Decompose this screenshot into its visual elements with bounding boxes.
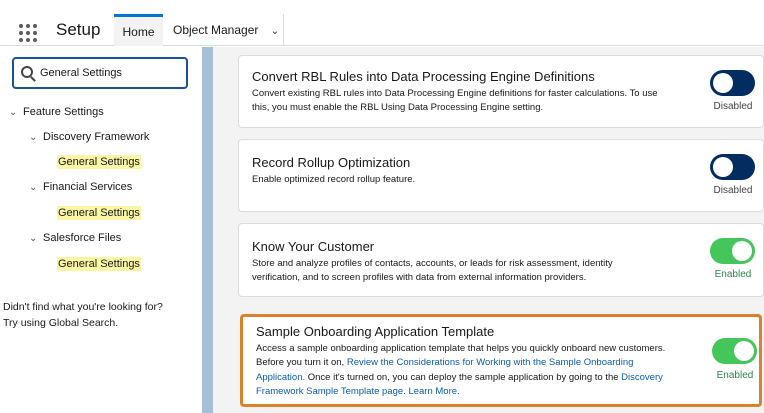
setting-description: Access a sample onboarding application t…: [256, 342, 716, 399]
help-text-line-2: Try using Global Search.: [3, 317, 119, 329]
description-text: Once it's turned on, you can deploy the …: [305, 371, 622, 383]
chevron-down-icon: ⌄: [29, 132, 38, 143]
description-line: Enable optimized record rollup feature.: [252, 174, 416, 185]
description-line: this, you must enable the RBL Using Data…: [252, 102, 544, 114]
toggle-knob: [734, 341, 754, 361]
chevron-down-icon[interactable]: ⌄: [270, 24, 279, 37]
app-title: Setup: [56, 20, 101, 39]
tree-item-salesforce-files[interactable]: ⌄ Salesforce Files: [29, 232, 121, 244]
toggle-knob: [713, 73, 733, 93]
tree-leaf-general-settings[interactable]: General Settings: [57, 155, 141, 169]
description-line: Access a sample onboarding application t…: [256, 343, 666, 354]
description-line: Store and analyze profiles of contacts, …: [252, 258, 613, 269]
tree-leaf-general-settings[interactable]: General Settings: [57, 257, 141, 271]
no-results-help: Didn't find what you're looking for? Try…: [3, 299, 163, 331]
toggle-status: Enabled: [714, 269, 752, 280]
chevron-down-icon: ⌄: [29, 233, 38, 244]
sample-template-link-cont[interactable]: Framework Sample Template page.: [256, 386, 406, 397]
setting-card-sample-onboarding: Sample Onboarding Application Template A…: [240, 314, 762, 407]
setting-card-know-your-customer: Know Your Customer Store and analyze pro…: [238, 223, 764, 297]
tree-item-label: Salesforce Files: [43, 232, 122, 244]
app-launcher-icon[interactable]: [19, 24, 39, 44]
tree-item-discovery-framework[interactable]: ⌄ Discovery Framework: [29, 131, 149, 143]
considerations-link[interactable]: Review the Considerations for Working wi…: [347, 357, 634, 368]
tree-item-label: Discovery Framework: [43, 131, 150, 143]
toggle-knob: [713, 157, 733, 177]
description-line: verification, and to screen profiles wit…: [252, 272, 587, 284]
sample-template-link[interactable]: Discovery: [621, 372, 663, 383]
enable-toggle[interactable]: [712, 338, 757, 364]
tree-item-financial-services[interactable]: ⌄ Financial Services: [29, 181, 132, 193]
chevron-down-icon: ⌄: [29, 182, 38, 193]
setting-description: Enable optimized record rollup feature.: [252, 173, 702, 187]
setting-description: Store and analyze profiles of contacts, …: [252, 257, 702, 286]
description-line: Convert existing RBL rules into Data Pro…: [252, 88, 658, 99]
tab-object-manager[interactable]: Object Manager ⌄: [165, 14, 288, 46]
setting-title: Record Rollup Optimization: [252, 155, 411, 170]
enable-toggle[interactable]: [710, 238, 755, 264]
settings-content: Convert RBL Rules into Data Processing E…: [213, 47, 764, 413]
tree-item-label: Financial Services: [43, 181, 133, 193]
tree-leaf-general-settings[interactable]: General Settings: [57, 206, 141, 220]
help-text-line-1: Didn't find what you're looking for?: [3, 301, 163, 313]
toggle-status: Enabled: [716, 370, 754, 381]
tab-divider: [283, 14, 284, 46]
quick-find-search[interactable]: [12, 57, 188, 89]
setting-title: Convert RBL Rules into Data Processing E…: [252, 69, 595, 84]
toggle-knob: [732, 241, 752, 261]
enable-toggle[interactable]: [710, 154, 755, 180]
setting-description: Convert existing RBL rules into Data Pro…: [252, 87, 702, 116]
search-icon: [21, 66, 33, 78]
considerations-link-cont[interactable]: Application.: [256, 372, 305, 383]
tab-home[interactable]: Home: [114, 14, 163, 46]
setting-card-convert-rbl: Convert RBL Rules into Data Processing E…: [238, 55, 764, 128]
tab-object-manager-label: Object Manager: [173, 23, 259, 37]
setup-sidebar: ⌄ Feature Settings ⌄ Discovery Framework G…: [0, 47, 202, 413]
toggle-status: Disabled: [713, 101, 753, 112]
setting-title: Know Your Customer: [252, 239, 375, 254]
tree-item-label: Feature Settings: [23, 106, 104, 118]
quick-find-input[interactable]: [40, 64, 180, 82]
tab-home-label: Home: [122, 24, 155, 39]
toggle-status: Disabled: [713, 185, 753, 196]
description-text: Before you turn it on,: [256, 357, 347, 369]
chevron-down-icon: ⌄: [9, 107, 18, 118]
setting-card-record-rollup: Record Rollup Optimization Enable optimi…: [238, 139, 764, 212]
enable-toggle[interactable]: [710, 70, 755, 96]
setting-title: Sample Onboarding Application Template: [256, 324, 495, 339]
tree-item-feature-settings[interactable]: ⌄ Feature Settings: [9, 106, 104, 118]
sidebar-resize-handle[interactable]: [202, 47, 213, 413]
learn-more-link[interactable]: Learn More.: [408, 386, 459, 397]
